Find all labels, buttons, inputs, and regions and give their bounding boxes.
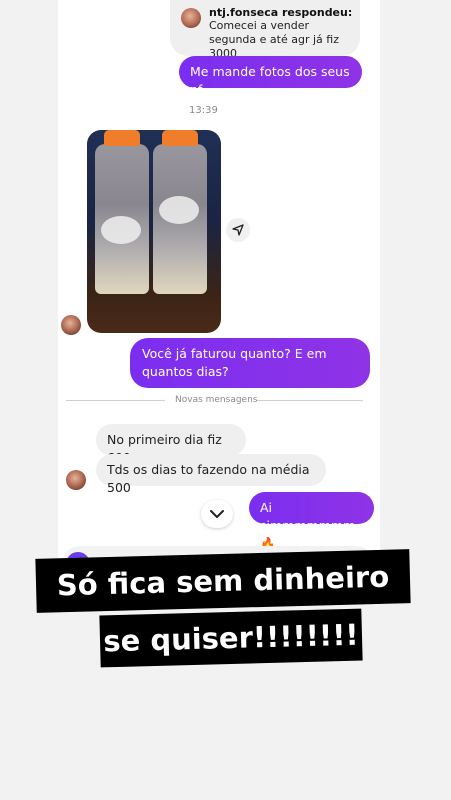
message-bubble-incoming[interactable]: No primeiro dia fiz 600 <box>96 424 246 465</box>
message-bubble-outgoing[interactable]: Você já faturou quanto? E em quantos dia… <box>130 338 370 388</box>
divider-line <box>66 400 165 401</box>
reply-text: Comecei a vender segunda e até agr já fi… <box>209 19 339 60</box>
divider-line <box>257 400 363 401</box>
message-bubble-incoming[interactable]: Tds os dias to fazendo na média 500 <box>96 454 326 495</box>
bottle-cap-right <box>162 130 198 146</box>
foam-right <box>159 196 199 224</box>
new-messages-divider: Novas mensagens <box>175 395 258 405</box>
message-timestamp: 13:39 <box>189 105 218 116</box>
bottle-cap-left <box>104 130 140 146</box>
message-bubble-outgoing[interactable]: Me mande fotos dos seus pf <box>179 56 362 97</box>
reply-avatar <box>181 8 201 28</box>
message-photo[interactable] <box>87 130 221 333</box>
story-caption-line-1: Só fica sem dinheiro <box>35 549 411 613</box>
chevron-down-icon <box>210 509 224 518</box>
scroll-down-button[interactable] <box>201 500 233 528</box>
story-caption-line-2: se quiser!!!!!!!! <box>99 608 363 668</box>
share-button[interactable] <box>226 218 250 242</box>
avatar[interactable] <box>61 315 81 335</box>
message-bubble-outgoing[interactable]: Ai simmmmmmm🔥 <box>249 492 374 551</box>
reply-author: ntj.fonseca respondeu: <box>209 6 353 19</box>
avatar[interactable] <box>66 470 86 490</box>
foam-left <box>101 216 141 244</box>
share-icon <box>232 224 244 236</box>
